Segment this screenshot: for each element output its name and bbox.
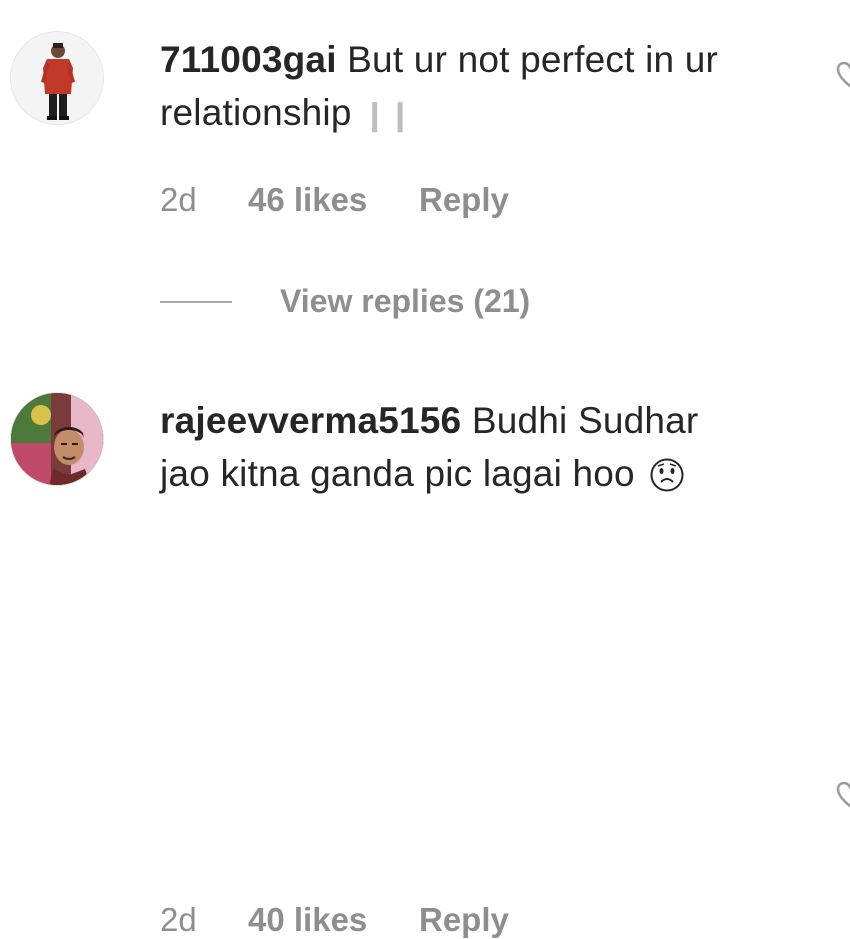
comment-text-line1: But ur not perfect in ur <box>347 39 719 80</box>
view-replies-label: View replies (21) <box>280 283 531 319</box>
reply-button[interactable]: Reply <box>419 901 509 939</box>
reply-button[interactable]: Reply <box>419 181 509 219</box>
avatar-person-icon <box>11 32 103 124</box>
comment-likes-count[interactable]: 46 likes <box>248 181 419 219</box>
comment-body: rajeevverma5156 Budhi Sudhar jao kitna g… <box>160 394 810 507</box>
heart-outline-icon[interactable] <box>836 780 850 810</box>
view-replies-button[interactable]: View replies (21) <box>160 283 530 320</box>
comment-timestamp[interactable]: 2d <box>160 181 248 219</box>
heart-outline-icon[interactable] <box>836 60 850 90</box>
comment-body: 711003gai But ur not perfect in ur relat… <box>160 33 810 142</box>
comment-meta: 2d 40 likes Reply <box>160 901 509 939</box>
avatar-selfie-icon <box>11 393 103 485</box>
comment-text-line2: relationship <box>160 92 352 133</box>
comment-meta: 2d 46 likes Reply <box>160 181 509 219</box>
comment-text-line2: jao kitna ganda pic lagai hoo <box>160 453 635 494</box>
comment-username[interactable]: 711003gai <box>160 39 337 80</box>
comment-text-line1: Budhi Sudhar <box>471 400 699 441</box>
replies-divider-line <box>160 300 232 303</box>
user-avatar[interactable] <box>10 392 104 486</box>
comment-username[interactable]: rajeevverma5156 <box>160 400 461 441</box>
comment-likes-count[interactable]: 40 likes <box>248 901 419 939</box>
comment-emoji: ❙❙ <box>362 99 413 132</box>
comment-timestamp[interactable]: 2d <box>160 901 248 939</box>
user-avatar[interactable] <box>10 31 104 125</box>
worried-face-icon <box>649 454 685 507</box>
